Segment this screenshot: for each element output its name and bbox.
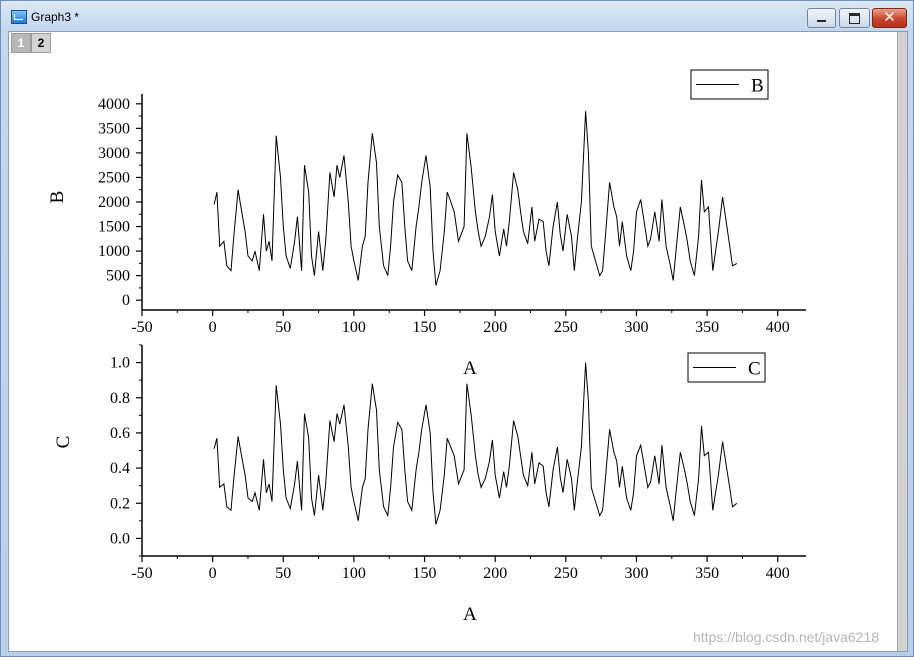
x-tick-label: 50: [275, 565, 291, 582]
y-tick-label: 0.2: [110, 495, 130, 512]
x-tick-label: 200: [483, 565, 507, 582]
x-tick-label: 100: [342, 565, 366, 582]
x-tick-label: 150: [413, 565, 437, 582]
y-axis-title: C: [53, 436, 74, 449]
x-tick-label: 200: [483, 319, 507, 336]
x-tick-label: 100: [342, 319, 366, 336]
y-tick-label: 0: [122, 292, 130, 309]
watermark-text: https://blog.csdn.net/java6218: [693, 629, 880, 645]
minimize-icon: [817, 20, 826, 22]
y-tick-label: 0.4: [110, 460, 130, 477]
y-tick-label: 0.0: [110, 530, 130, 547]
y-tick-label: 3000: [98, 145, 130, 162]
y-tick-label: 2000: [98, 194, 130, 211]
y-tick-label: 0.8: [110, 390, 130, 407]
y-axis-title: B: [47, 191, 68, 204]
x-tick-label: 400: [766, 565, 790, 582]
maximize-button[interactable]: [839, 8, 870, 28]
plot-2: -50 0 50 100 150 200 250 300 350 400 0.0 0.2 0.4 0.6 0…: [53, 344, 806, 625]
y-tick-label: 3500: [98, 120, 130, 137]
x-tick-label: 250: [554, 565, 578, 582]
y-tick-label: 0.6: [110, 425, 130, 442]
x-tick-label: 150: [413, 319, 437, 336]
x-tick-label: -50: [131, 565, 152, 582]
close-icon: ✕: [883, 8, 896, 26]
graph-window-icon[interactable]: [11, 10, 27, 24]
x-tick-label: 300: [624, 565, 648, 582]
chart-canvas[interactable]: -50 0 50 100 150 200 250 300 350 4000500100015002…: [9, 32, 897, 651]
x-tick-label: 400: [766, 319, 790, 336]
x-axis-title: A: [463, 604, 477, 625]
x-tick-label: 0: [209, 319, 217, 336]
minimize-button[interactable]: [807, 8, 836, 28]
y-tick-label: 500: [106, 268, 130, 285]
x-tick-label: 50: [275, 319, 291, 336]
series-line-B: [213, 111, 738, 286]
plot-1: -50 0 50 100 150 200 250 300 350 4000500100015002…: [47, 69, 806, 379]
y-tick-label: 1.0: [110, 355, 130, 372]
y-tick-label: 1000: [98, 243, 130, 260]
legend-label: B: [751, 76, 764, 97]
x-tick-label: 300: [624, 319, 648, 336]
graph-page[interactable]: 1 2 -50 0 50 100 150 200 250 300 350 400 0 500 1000 1…: [8, 31, 908, 652]
x-tick-label: 350: [695, 565, 719, 582]
series-line-C: [213, 362, 738, 525]
y-tick-label: 1500: [98, 219, 130, 236]
graph-window: Graph3 * ✕ 1 2 -50 0 50 100 150 200 250 300 350 4…: [0, 0, 914, 657]
x-tick-label: 0: [209, 565, 217, 582]
y-tick-label: 2500: [98, 169, 130, 186]
maximize-icon: [849, 13, 860, 24]
x-tick-label: 350: [695, 319, 719, 336]
close-button[interactable]: ✕: [872, 8, 907, 28]
window-title: Graph3 *: [31, 10, 80, 24]
legend-label: C: [748, 359, 761, 380]
x-axis-title: A: [463, 358, 477, 379]
x-tick-label: -50: [131, 319, 152, 336]
vertical-scrollbar[interactable]: [897, 32, 907, 651]
x-tick-label: 250: [554, 319, 578, 336]
title-bar[interactable]: Graph3 * ✕: [1, 1, 913, 31]
y-tick-label: 4000: [98, 96, 130, 113]
